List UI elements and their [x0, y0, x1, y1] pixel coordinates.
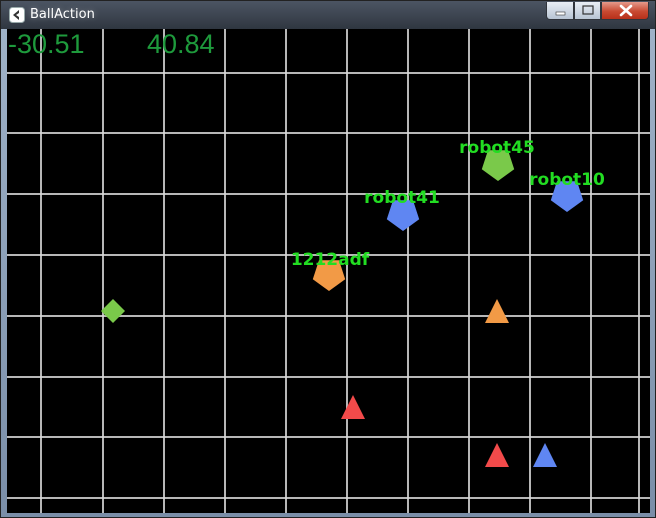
close-icon [619, 4, 633, 17]
minimize-icon [555, 11, 566, 16]
diamond-marker[interactable] [101, 299, 125, 323]
close-button[interactable] [601, 2, 649, 20]
robot-label: robot10 [529, 170, 605, 190]
robot-label: robot41 [364, 188, 440, 208]
title-bar[interactable]: BallAction [1, 1, 655, 29]
app-logo-icon [9, 7, 25, 23]
triangle-marker[interactable] [533, 443, 557, 467]
arena[interactable]: 1212adf robot41 robot45 robot10 [7, 29, 650, 513]
triangle-marker[interactable] [485, 299, 509, 323]
robot-label: robot45 [459, 138, 535, 158]
triangle-marker[interactable] [341, 395, 365, 419]
app-window: BallAction 1212adf robot41 robot45 robot… [0, 0, 656, 518]
maximize-icon [582, 5, 594, 15]
robot-robot41[interactable]: robot41 [364, 188, 440, 231]
x-coordinate-readout: -30.51 [8, 29, 85, 59]
window-title: BallAction [30, 7, 95, 22]
minimize-button[interactable] [546, 2, 574, 20]
robot-1212adf[interactable]: 1212adf [291, 250, 370, 291]
triangle-marker[interactable] [485, 443, 509, 467]
robot-robot45[interactable]: robot45 [459, 138, 535, 181]
maximize-button[interactable] [574, 2, 601, 20]
game-canvas[interactable]: 1212adf robot41 robot45 robot10 -30.51 4… [7, 29, 650, 513]
robot-robot10[interactable]: robot10 [529, 170, 605, 212]
robot-label: 1212adf [291, 250, 370, 270]
y-coordinate-readout: 40.84 [147, 29, 215, 59]
